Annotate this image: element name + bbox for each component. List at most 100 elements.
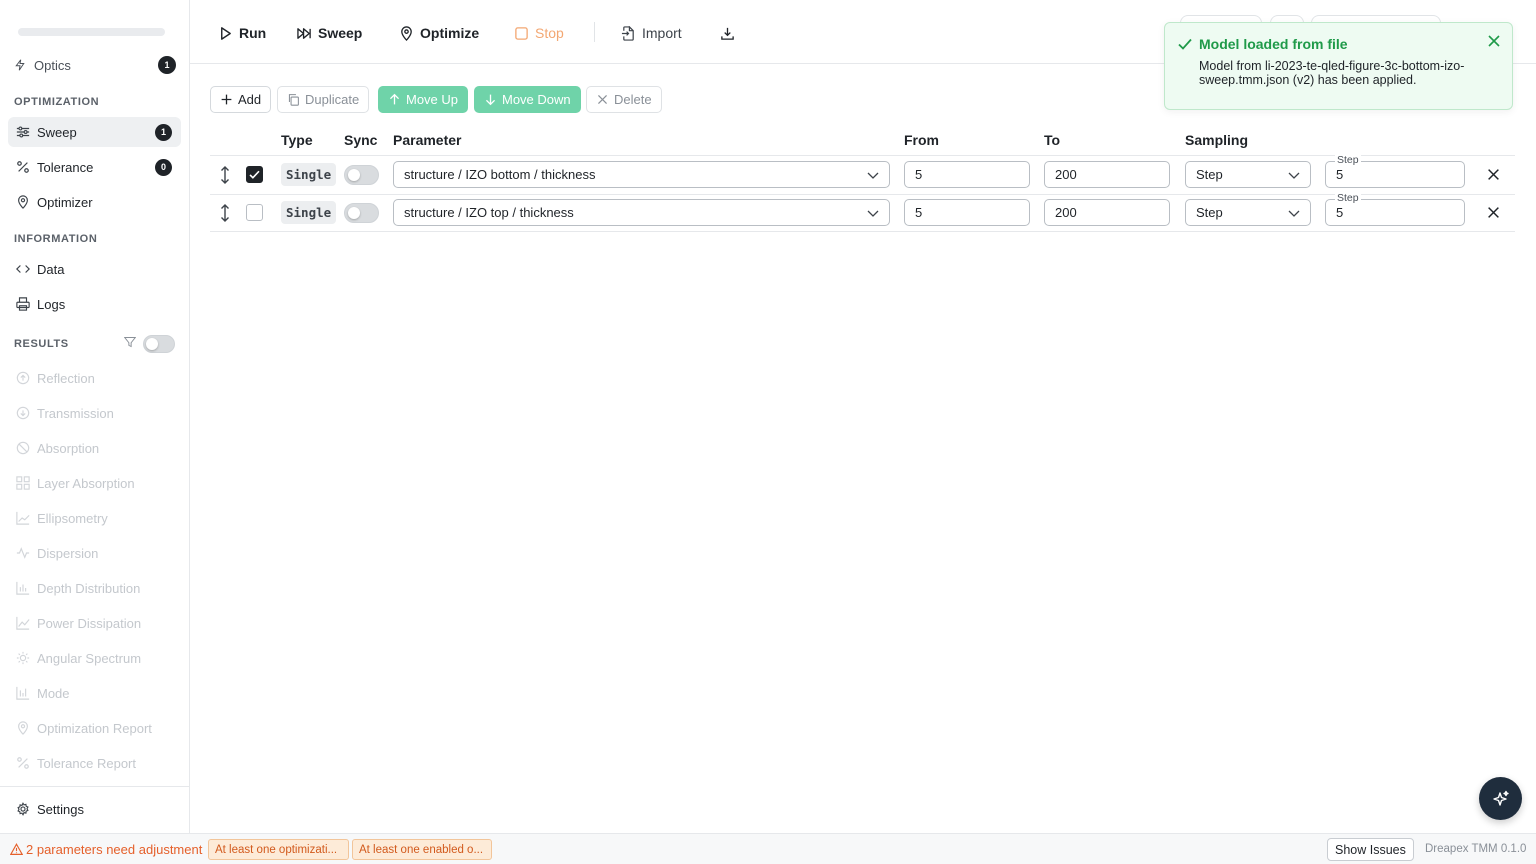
sidebar-item-label: Tolerance — [37, 159, 94, 175]
table-row: Single structure / IZO bottom / thicknes… — [210, 154, 1515, 194]
sun-icon — [16, 651, 30, 665]
move-down-label: Move Down — [502, 92, 571, 107]
chevron-down-icon — [1288, 169, 1300, 181]
section-title-optimization: OPTIMIZATION — [14, 96, 100, 108]
stop-button[interactable]: Stop — [514, 22, 564, 44]
column-header-sampling: Sampling — [1185, 132, 1249, 148]
sidebar-item-power-dissipation[interactable]: Power Dissipation — [8, 608, 181, 638]
move-down-button[interactable]: Move Down — [474, 86, 581, 113]
sidebar-item-angular-spectrum[interactable]: Angular Spectrum — [8, 643, 181, 673]
step-value: 5 — [1336, 167, 1344, 182]
sidebar-item-optimization-report[interactable]: Optimization Report — [8, 713, 181, 743]
step-input[interactable]: Step 5 — [1325, 192, 1465, 226]
pin-icon — [16, 195, 30, 209]
add-label: Add — [238, 92, 262, 107]
sidebar-item-label: Settings — [37, 801, 84, 817]
remove-row-icon[interactable] — [1487, 206, 1500, 219]
remove-row-icon[interactable] — [1487, 168, 1500, 181]
sidebar-item-label: Power Dissipation — [37, 615, 142, 631]
import-button[interactable]: Import — [621, 22, 682, 44]
row-checkbox[interactable] — [246, 204, 263, 221]
sidebar-divider — [0, 786, 189, 787]
bolt-icon — [14, 59, 26, 71]
sampling-select[interactable]: Step — [1185, 161, 1311, 188]
sidebar-item-settings[interactable]: Settings — [8, 794, 181, 824]
sidebar-item-optics[interactable]: Optics 1 — [14, 56, 176, 74]
arrow-down-circle-icon — [16, 406, 30, 420]
printer-icon — [16, 297, 30, 311]
issue-chip[interactable]: At least one optimizati... — [208, 839, 349, 860]
move-up-button[interactable]: Move Up — [378, 86, 469, 113]
sidebar-item-layer-absorption[interactable]: Layer Absorption — [8, 468, 181, 498]
percent-icon — [16, 160, 30, 174]
download-button[interactable] — [720, 22, 741, 44]
sidebar-item-label: Logs — [37, 296, 66, 312]
column-header-type: Type — [281, 132, 313, 148]
stop-label: Stop — [535, 25, 564, 41]
type-badge: Single — [281, 201, 337, 224]
parameter-select[interactable]: structure / IZO bottom / thickness — [393, 161, 890, 188]
sweep-label: Sweep — [318, 25, 363, 41]
sidebar-item-ellipsometry[interactable]: Ellipsometry — [8, 503, 181, 533]
download-icon — [720, 26, 741, 41]
play-icon — [218, 26, 239, 41]
duplicate-button[interactable]: Duplicate — [277, 86, 370, 113]
sidebar-item-label: Reflection — [37, 370, 95, 386]
line-chart-icon — [16, 511, 30, 525]
run-label: Run — [239, 25, 267, 41]
sidebar: Optics 1 OPTIMIZATION Sweep 1 Tolerance … — [0, 0, 190, 833]
sidebar-item-data[interactable]: Data — [8, 254, 181, 284]
grid-icon — [16, 476, 30, 490]
sidebar-item-reflection[interactable]: Reflection — [8, 363, 181, 393]
parameter-select[interactable]: structure / IZO top / thickness — [393, 199, 890, 226]
show-issues-button[interactable]: Show Issues — [1327, 838, 1414, 861]
count-badge: 1 — [158, 56, 176, 74]
sidebar-item-optimizer[interactable]: Optimizer — [8, 187, 181, 217]
sync-toggle[interactable] — [344, 203, 379, 223]
sidebar-item-label: Angular Spectrum — [37, 650, 142, 666]
toast-title: Model loaded from file — [1199, 36, 1348, 52]
app-version: Dreapex TMM 0.1.0 — [1425, 843, 1527, 855]
row-checkbox[interactable] — [246, 166, 263, 183]
results-filter-toggle[interactable] — [143, 335, 175, 353]
filter-icon[interactable] — [123, 336, 137, 348]
assistant-button[interactable] — [1479, 777, 1522, 820]
sidebar-item-tolerance[interactable]: Tolerance 0 — [8, 152, 181, 182]
sidebar-item-label: Transmission — [37, 405, 114, 421]
sweep-button[interactable]: Sweep — [297, 22, 362, 44]
line-chart-icon — [16, 616, 30, 630]
issue-chip[interactable]: At least one enabled o... — [352, 839, 492, 860]
add-button[interactable]: Add — [210, 86, 272, 113]
sidebar-item-depth-distribution[interactable]: Depth Distribution — [8, 573, 181, 603]
drag-handle-icon[interactable] — [219, 204, 231, 222]
optimize-button[interactable]: Optimize — [399, 22, 479, 44]
step-value: 5 — [1336, 205, 1344, 220]
sidebar-header — [0, 0, 189, 64]
delete-button[interactable]: Delete — [586, 86, 662, 113]
sidebar-item-tolerance-report[interactable]: Tolerance Report — [8, 748, 181, 778]
close-icon[interactable] — [1486, 33, 1502, 49]
sidebar-item-transmission[interactable]: Transmission — [8, 398, 181, 428]
sampling-select[interactable]: Step — [1185, 199, 1311, 226]
from-input[interactable]: 5 — [904, 199, 1030, 226]
warning-text: 2 parameters need adjustment — [26, 842, 203, 857]
to-input[interactable]: 200 — [1044, 161, 1170, 188]
type-badge: Single — [281, 163, 337, 186]
from-value: 5 — [915, 167, 923, 182]
sidebar-item-mode[interactable]: Mode — [8, 678, 181, 708]
sidebar-item-absorption[interactable]: Absorption — [8, 433, 181, 463]
column-header-sync: Sync — [344, 132, 378, 148]
step-input[interactable]: Step 5 — [1325, 154, 1465, 188]
from-input[interactable]: 5 — [904, 161, 1030, 188]
sidebar-item-logs[interactable]: Logs — [8, 289, 181, 319]
to-input[interactable]: 200 — [1044, 199, 1170, 226]
sidebar-item-dispersion[interactable]: Dispersion — [8, 538, 181, 568]
sync-toggle[interactable] — [344, 165, 379, 185]
chevron-down-icon — [867, 169, 879, 181]
sidebar-item-sweep[interactable]: Sweep 1 — [8, 117, 181, 147]
warning-summary[interactable]: 2 parameters need adjustment — [10, 842, 202, 857]
run-button[interactable]: Run — [218, 22, 266, 44]
move-up-label: Move Up — [406, 92, 459, 107]
sampling-value: Step — [1196, 167, 1223, 182]
drag-handle-icon[interactable] — [219, 166, 231, 184]
